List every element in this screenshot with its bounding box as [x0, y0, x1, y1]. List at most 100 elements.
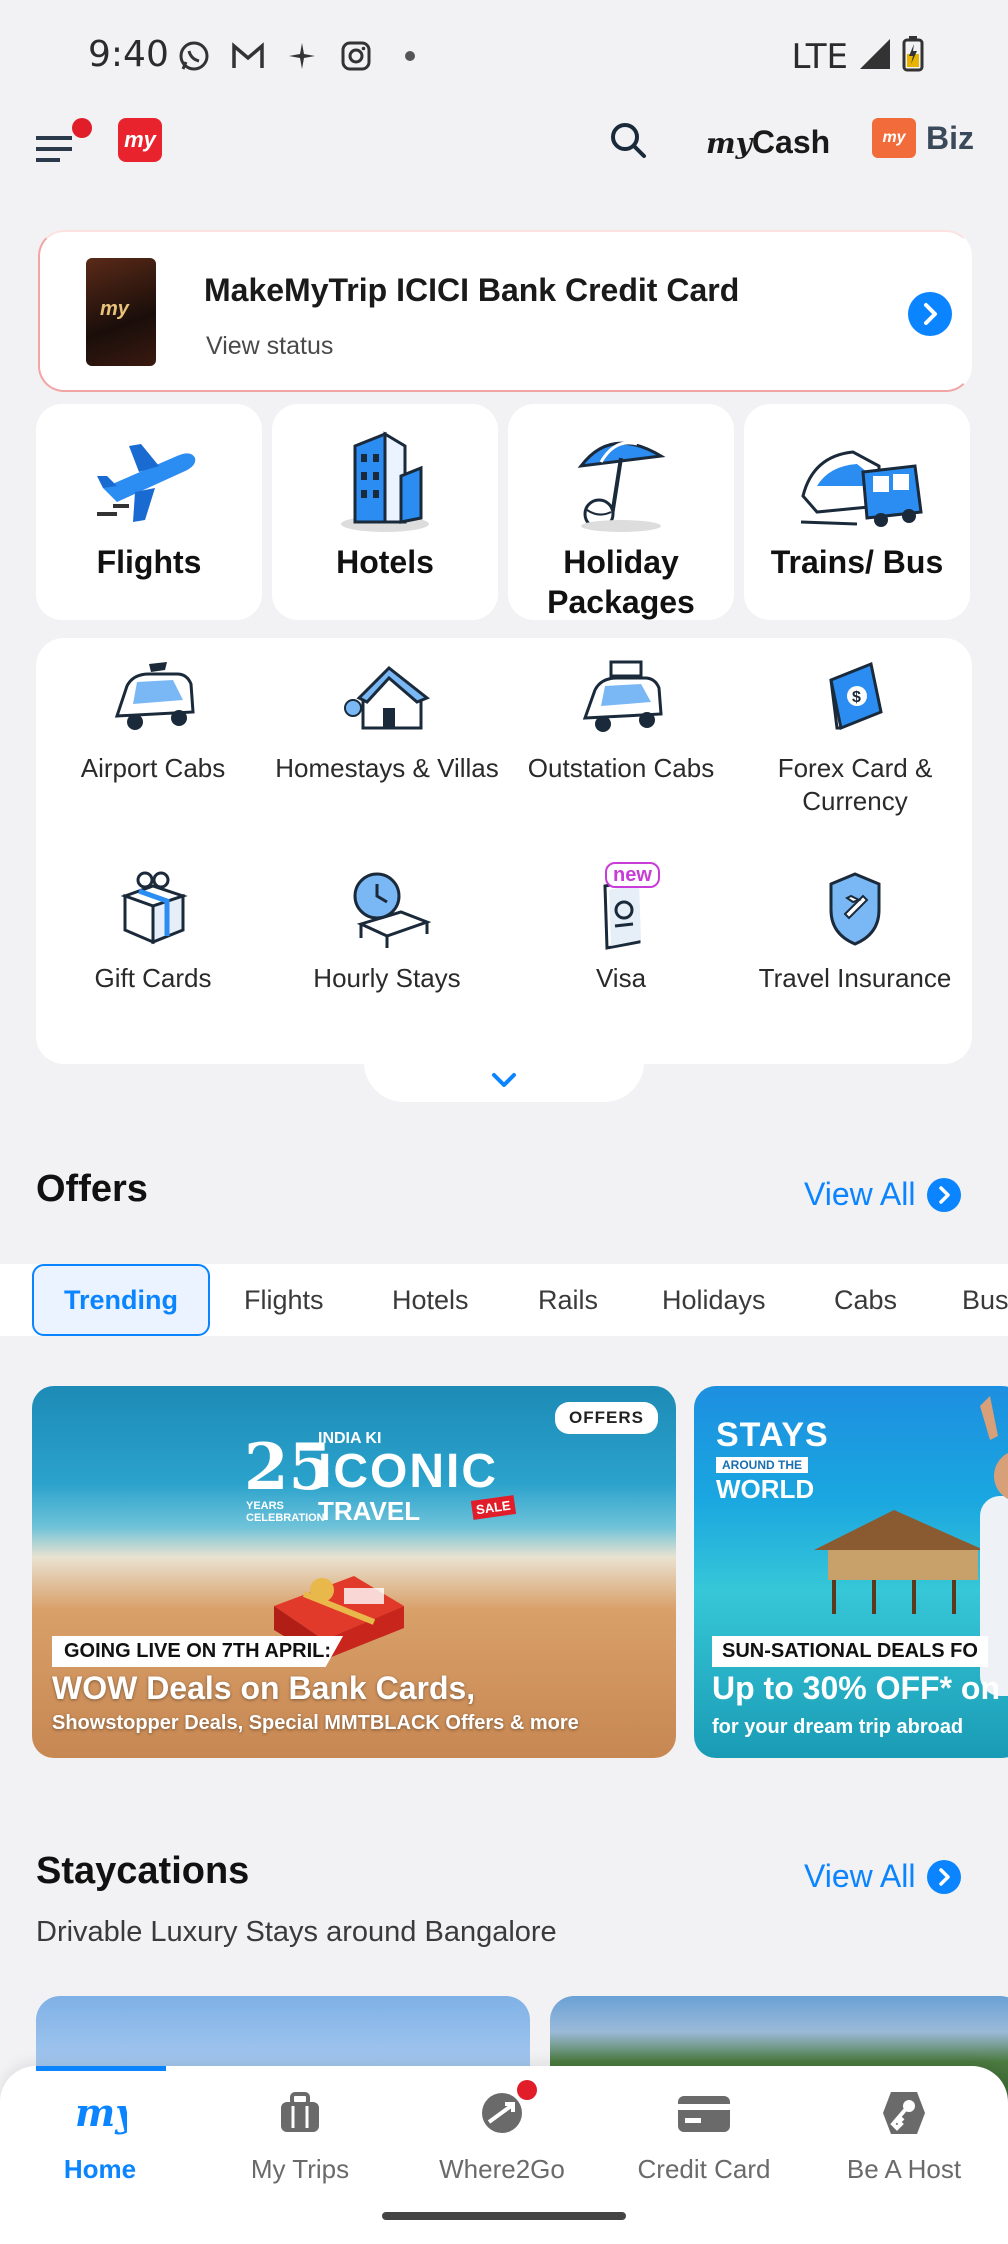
outstation-cab-icon: [575, 656, 667, 742]
tile-label: Hotels: [336, 544, 434, 580]
credit-card-image: [86, 258, 156, 366]
tab-trending[interactable]: Trending: [32, 1264, 210, 1336]
nav-credit-card[interactable]: Credit Card: [604, 2086, 804, 2185]
offer-card[interactable]: STAYS AROUND THE WORLD SUN-SATIONAL DEAL…: [694, 1386, 1008, 1758]
new-badge: new: [605, 862, 660, 888]
nav-where2go[interactable]: Where2Go: [402, 2080, 602, 2185]
brand-small: AROUND THE: [716, 1457, 808, 1473]
service-label: Forex Card & Currency: [777, 753, 933, 816]
offer-tabs: Trending Flights Hotels Rails Holidays C…: [0, 1264, 1008, 1336]
suitcase-icon: [273, 2086, 327, 2140]
brand-big: ICONIC: [318, 1445, 498, 1498]
offer-headline: WOW Deals on Bank Cards,: [52, 1670, 476, 1706]
beach-umbrella-icon: [561, 426, 681, 536]
network-type: LTE: [791, 36, 848, 77]
where2go-icon: [475, 2080, 537, 2140]
gmail-icon: [230, 38, 266, 74]
service-gift-cards[interactable]: Gift Cards: [36, 866, 270, 995]
staycations-subtitle: Drivable Luxury Stays around Bangalore: [36, 1916, 557, 1948]
tile-hotels[interactable]: Hotels: [272, 404, 498, 620]
service-label: Gift Cards: [94, 963, 212, 993]
tile-label: Trains/ Bus: [770, 544, 944, 580]
tile-holiday-packages[interactable]: Holiday Packages: [508, 404, 734, 620]
brand-sub: TRAVEL: [318, 1496, 421, 1526]
sparkle-icon: [284, 38, 320, 74]
tab-bus[interactable]: Bus: [962, 1264, 1008, 1336]
hourly-stay-icon: [341, 866, 433, 952]
svg-text:my: my: [75, 2090, 127, 2135]
status-bar: 9:40 LTE: [0, 0, 1008, 110]
offer-headline: Up to 30% OFF* on: [712, 1670, 1000, 1706]
offer-description: for your dream trip abroad: [712, 1716, 964, 1738]
nav-label: Be A Host: [846, 2154, 962, 2184]
service-label: Visa: [595, 963, 647, 993]
service-label: Hourly Stays: [313, 963, 461, 993]
search-icon[interactable]: [608, 120, 654, 166]
service-label: Airport Cabs: [80, 753, 226, 783]
credit-card-icon: [677, 2086, 731, 2140]
chevron-down-icon[interactable]: [490, 1066, 518, 1094]
nav-label: Home: [63, 2154, 137, 2184]
offer-kicker: GOING LIVE ON 7TH APRIL:: [52, 1636, 344, 1667]
visa-passport-icon: new: [575, 862, 667, 952]
view-all-label: View All: [804, 1176, 916, 1212]
tab-cabs[interactable]: Cabs: [834, 1264, 897, 1336]
airplane-icon: [89, 426, 209, 536]
tab-flights[interactable]: Flights: [244, 1264, 324, 1336]
credit-card-status-link[interactable]: View status: [206, 332, 333, 361]
forex-card-icon: $: [809, 656, 901, 742]
chevron-right-icon[interactable]: [908, 292, 952, 336]
service-forex[interactable]: $ Forex Card & Currency: [738, 656, 972, 818]
service-label: Travel Insurance: [758, 963, 952, 993]
notification-icons: [176, 38, 428, 74]
nav-my-trips[interactable]: My Trips: [200, 2086, 400, 2185]
gesture-home-indicator[interactable]: [382, 2212, 626, 2220]
nav-be-a-host[interactable]: Be A Host: [804, 2086, 1004, 2185]
tab-holidays[interactable]: Holidays: [662, 1264, 766, 1336]
chevron-right-icon: [927, 1859, 962, 1894]
instagram-icon: [338, 38, 374, 74]
service-label: Homestays & Villas: [275, 753, 499, 783]
offer-kicker: SUN-SATIONAL DEALS FO: [712, 1636, 988, 1667]
service-hourly-stays[interactable]: Hourly Stays: [270, 866, 504, 995]
homestay-icon: [341, 656, 433, 742]
service-homestays-villas[interactable]: Homestays & Villas: [270, 656, 504, 785]
tile-flights[interactable]: Flights: [36, 404, 262, 620]
tab-rails[interactable]: Rails: [538, 1264, 598, 1336]
chevron-right-icon: [927, 1177, 962, 1212]
menu-button[interactable]: [36, 118, 92, 174]
offers-title: Offers: [36, 1168, 148, 1210]
menu-notification-dot: [72, 118, 92, 138]
tab-hotels[interactable]: Hotels: [392, 1264, 469, 1336]
service-outstation-cabs[interactable]: Outstation Cabs: [504, 656, 738, 785]
offers-view-all[interactable]: View All: [804, 1176, 962, 1213]
mycash-button[interactable]: myCash: [706, 124, 830, 161]
nav-label: Where2Go: [439, 2154, 565, 2184]
service-label: Outstation Cabs: [527, 753, 715, 783]
nav-label: Credit Card: [637, 2154, 771, 2184]
credit-card-banner[interactable]: MakeMyTrip ICICI Bank Credit Card View s…: [38, 230, 972, 392]
offer-description: Showstopper Deals, Special MMTBLACK Offe…: [52, 1712, 579, 1734]
offer-tag: OFFERS: [555, 1402, 658, 1434]
makemytrip-logo[interactable]: my: [118, 118, 162, 162]
tile-label: Flights: [96, 544, 202, 580]
nav-home[interactable]: my Home: [0, 2086, 200, 2185]
top-bar: my myCash my Biz: [0, 110, 1008, 210]
system-indicators: LTE: [791, 36, 924, 77]
staycations-view-all[interactable]: View All: [804, 1858, 962, 1895]
battery-icon: [902, 36, 924, 77]
biz-label: Biz: [926, 119, 974, 156]
brand-big: STAYS: [716, 1416, 829, 1454]
svg-text:$: $: [852, 689, 861, 706]
service-airport-cabs[interactable]: Airport Cabs: [36, 656, 270, 785]
nav-label: My Trips: [250, 2154, 350, 2184]
whatsapp-icon: [176, 38, 212, 74]
tile-trains-bus[interactable]: Trains/ Bus: [744, 404, 970, 620]
offer-card[interactable]: OFFERS 25 INDIA KI ICONIC TRAVEL YEARS C…: [32, 1386, 676, 1758]
service-visa[interactable]: new Visa: [504, 862, 738, 995]
status-time: 9:40: [88, 34, 169, 75]
service-travel-insurance[interactable]: Travel Insurance: [738, 866, 972, 995]
tile-label: Holiday Packages: [547, 544, 695, 620]
where2go-notification-dot: [517, 2080, 537, 2100]
biz-button[interactable]: my Biz: [872, 118, 974, 158]
